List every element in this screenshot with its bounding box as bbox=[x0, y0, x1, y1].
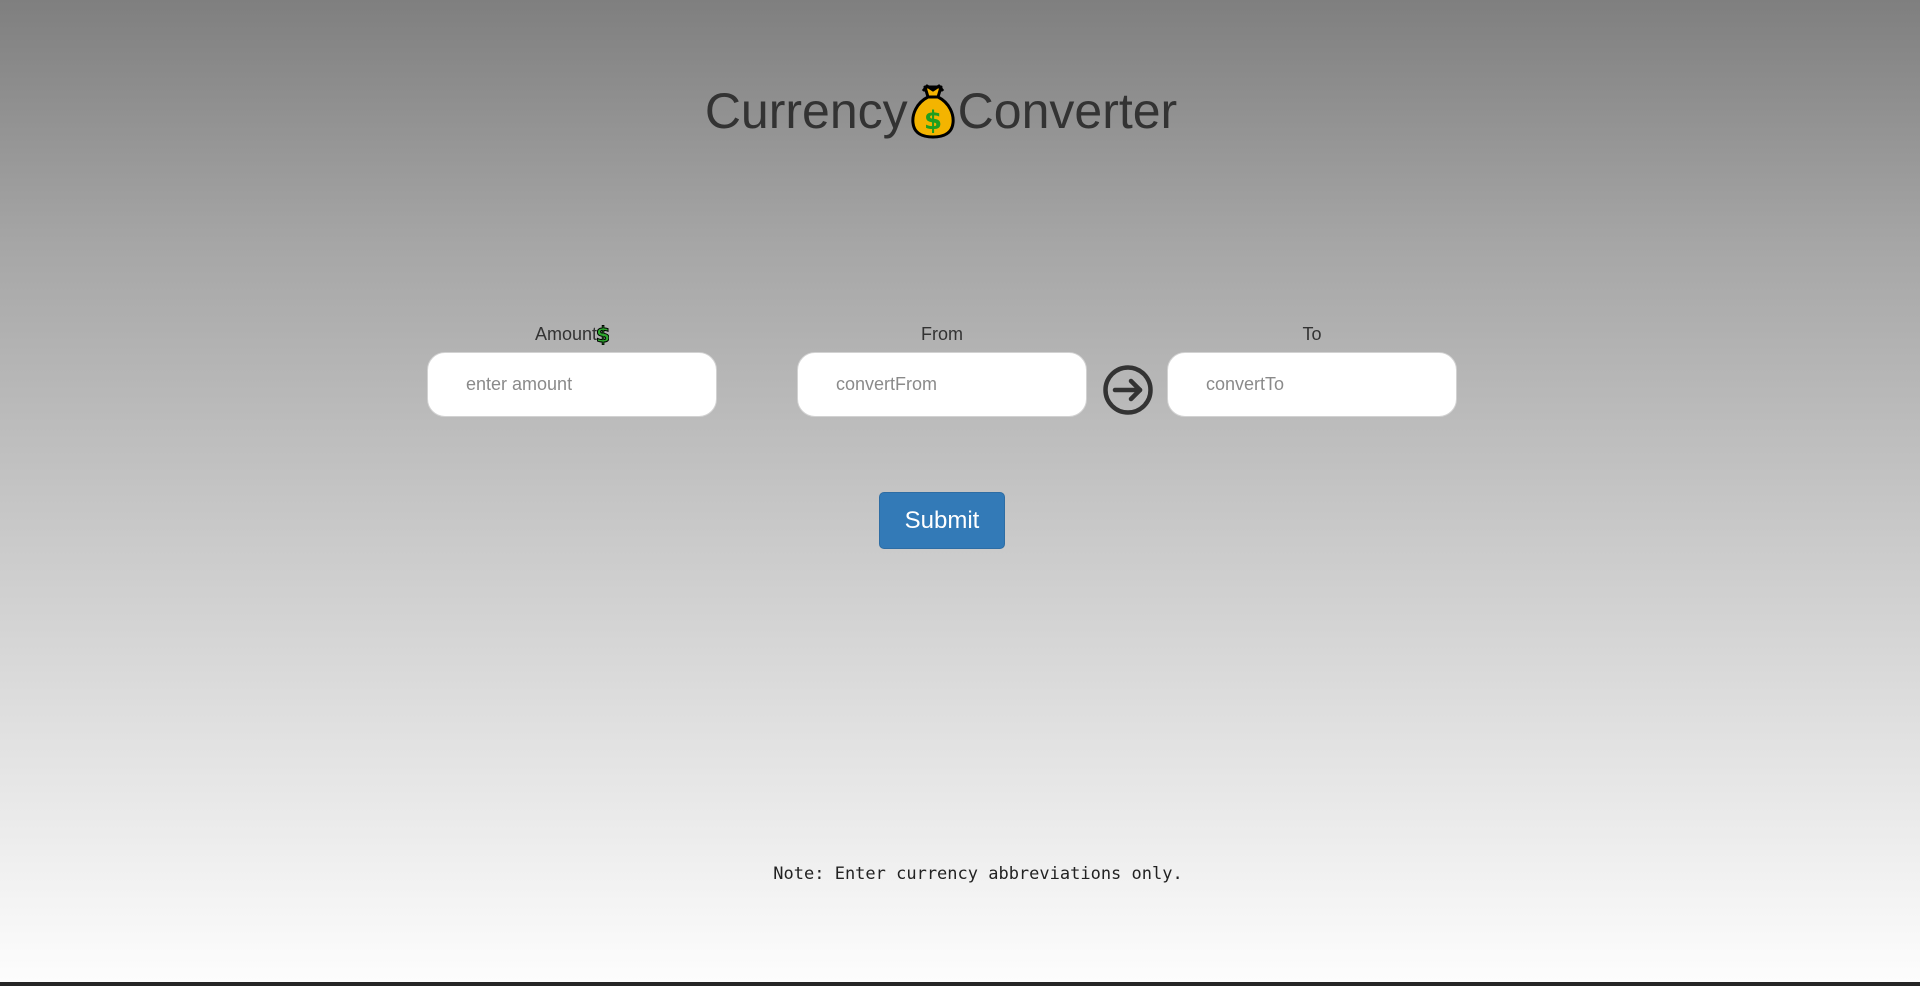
page-background bbox=[0, 0, 1920, 982]
dollar-sign-icon: $ bbox=[597, 323, 609, 345]
amount-input[interactable] bbox=[427, 352, 717, 417]
footer-note: Note: Enter currency abbreviations only. bbox=[773, 864, 1183, 884]
from-label: From bbox=[921, 324, 963, 344]
money-bag-icon: $ bbox=[911, 84, 955, 139]
amount-label: Amount $ bbox=[427, 323, 717, 345]
circled-arrow-right-icon bbox=[1103, 365, 1153, 415]
bottom-edge bbox=[0, 982, 1920, 986]
amount-label-text: Amount bbox=[534, 324, 598, 344]
submit-button[interactable]: Submit bbox=[879, 492, 1005, 549]
svg-text:$: $ bbox=[597, 323, 609, 345]
title-converter: Converter bbox=[957, 82, 1178, 139]
from-currency-input[interactable] bbox=[797, 352, 1087, 417]
svg-text:$: $ bbox=[924, 106, 942, 136]
to-currency-input[interactable] bbox=[1167, 352, 1457, 417]
page-title: Currency $ Converter bbox=[0, 72, 1882, 146]
title-currency: Currency bbox=[704, 82, 908, 139]
to-label: To bbox=[1302, 324, 1322, 344]
